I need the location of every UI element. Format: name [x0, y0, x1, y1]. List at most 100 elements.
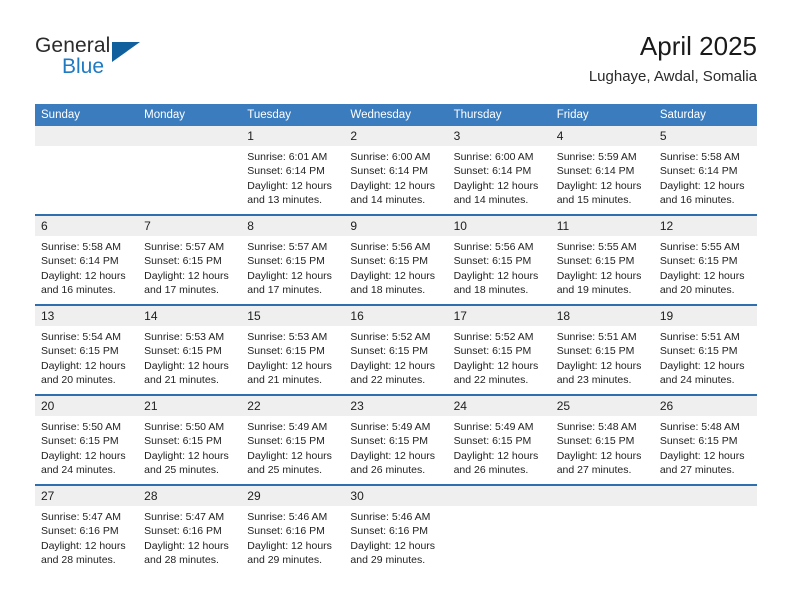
calendar-day-cell[interactable]: 2 Sunrise: 6:00 AM Sunset: 6:14 PM Daylight… — [344, 126, 448, 215]
day-daylight-line1-text: Daylight: 12 hours — [41, 449, 126, 462]
day-daylight-line2-text: and 16 minutes. — [41, 284, 116, 297]
weekday-header-friday: Friday — [550, 104, 654, 126]
calendar-day-cell[interactable]: 14 Sunrise: 5:53 AM Sunset: 6:15 PM Dayligh… — [138, 304, 242, 395]
day-number — [35, 126, 139, 146]
day-sun-info: Sunrise: 5:57 AM Sunset: 6:15 PM Daylight:… — [241, 236, 344, 298]
day-daylight-line1-text: Daylight: 12 hours — [144, 269, 229, 282]
day-daylight-line2-text: and 17 minutes. — [247, 284, 322, 297]
day-daylight-line2-text: and 18 minutes. — [453, 284, 529, 297]
calendar-day-cell[interactable]: 26 Sunrise: 5:48 AM Sunset: 6:15 PM Dayligh… — [653, 394, 757, 485]
day-sunrise-text: Sunrise: 5:57 AM — [144, 241, 225, 253]
calendar-day-cell[interactable]: 20 Sunrise: 5:50 AM Sunset: 6:15 PM Dayligh… — [35, 394, 139, 485]
day-sunset-text: Sunset: 6:16 PM — [350, 525, 429, 538]
day-daylight-line2-text: and 29 minutes. — [247, 554, 322, 567]
calendar-day-cell[interactable]: 17 Sunrise: 5:52 AM Sunset: 6:15 PM Dayligh… — [447, 304, 551, 395]
calendar-day-cell[interactable]: 8 Sunrise: 5:57 AM Sunset: 6:15 PM Daylight… — [241, 214, 345, 305]
day-sunrise-text: Sunrise: 5:53 AM — [247, 331, 328, 343]
day-daylight-line1-text: Daylight: 12 hours — [350, 449, 436, 462]
day-sun-info: Sunrise: 5:46 AM Sunset: 6:16 PM Daylight:… — [344, 506, 447, 568]
day-daylight-line2-text: and 13 minutes. — [247, 194, 322, 207]
day-sunrise-text: Sunrise: 5:52 AM — [350, 331, 431, 343]
day-sun-info: Sunrise: 5:58 AM Sunset: 6:14 PM Daylight:… — [35, 236, 138, 298]
day-sunset-text: Sunset: 6:15 PM — [350, 345, 429, 358]
calendar-day-cell[interactable]: 13 Sunrise: 5:54 AM Sunset: 6:15 PM Dayligh… — [35, 304, 139, 395]
day-sunrise-text: Sunrise: 5:58 AM — [41, 241, 121, 253]
day-sunrise-text: Sunrise: 5:57 AM — [247, 241, 328, 253]
calendar-day-cell[interactable]: 7 Sunrise: 5:57 AM Sunset: 6:15 PM Daylight… — [138, 214, 242, 305]
day-sun-info: Sunrise: 5:56 AM Sunset: 6:15 PM Daylight:… — [448, 236, 551, 298]
triangle-icon — [112, 42, 140, 62]
day-daylight-line1-text: Daylight: 12 hours — [144, 449, 229, 462]
calendar-day-cell[interactable]: 23 Sunrise: 5:49 AM Sunset: 6:15 PM Dayligh… — [344, 394, 448, 485]
calendar-day-cell[interactable]: 10 Sunrise: 5:56 AM Sunset: 6:15 PM Dayligh… — [447, 214, 551, 305]
calendar-day-cell[interactable]: 22 Sunrise: 5:49 AM Sunset: 6:15 PM Dayligh… — [241, 394, 345, 485]
day-daylight-line1-text: Daylight: 12 hours — [41, 359, 126, 372]
calendar-day-cell[interactable]: 5 Sunrise: 5:58 AM Sunset: 6:14 PM Daylight… — [653, 126, 757, 215]
day-daylight-line1-text: Daylight: 12 hours — [144, 359, 229, 372]
calendar-day-cell[interactable]: 25 Sunrise: 5:48 AM Sunset: 6:15 PM Dayligh… — [550, 394, 654, 485]
calendar-day-cell[interactable]: 6 Sunrise: 5:58 AM Sunset: 6:14 PM Daylight… — [35, 214, 139, 305]
calendar-day-cell[interactable]: 27 Sunrise: 5:47 AM Sunset: 6:16 PM Dayligh… — [35, 484, 139, 574]
calendar-week-row: 27 Sunrise: 5:47 AM Sunset: 6:16 PM Dayligh… — [35, 484, 757, 574]
calendar-day-cell[interactable]: 30 Sunrise: 5:46 AM Sunset: 6:16 PM Dayligh… — [344, 484, 448, 574]
day-sun-info: Sunrise: 5:52 AM Sunset: 6:15 PM Daylight:… — [344, 326, 447, 388]
day-sunrise-text: Sunrise: 5:53 AM — [144, 331, 225, 343]
day-number: 15 — [241, 306, 345, 326]
day-sunset-text: Sunset: 6:15 PM — [556, 255, 635, 268]
day-daylight-line2-text: and 28 minutes. — [144, 554, 219, 567]
weekday-header-row: Sunday Monday Tuesday Wednesday Thursday… — [35, 104, 757, 126]
calendar-day-cell[interactable]: 24 Sunrise: 5:49 AM Sunset: 6:15 PM Dayligh… — [447, 394, 551, 485]
day-daylight-line1-text: Daylight: 12 hours — [659, 269, 745, 282]
calendar-day-cell[interactable]: 19 Sunrise: 5:51 AM Sunset: 6:15 PM Dayligh… — [653, 304, 757, 395]
calendar-day-cell[interactable]: 4 Sunrise: 5:59 AM Sunset: 6:14 PM Daylight… — [550, 126, 654, 215]
day-daylight-line2-text: and 22 minutes. — [350, 374, 426, 387]
day-daylight-line1-text: Daylight: 12 hours — [350, 359, 436, 372]
calendar-day-cell[interactable]: 16 Sunrise: 5:52 AM Sunset: 6:15 PM Dayligh… — [344, 304, 448, 395]
calendar-day-cell[interactable]: 12 Sunrise: 5:55 AM Sunset: 6:15 PM Dayligh… — [653, 214, 757, 305]
day-sunset-text: Sunset: 6:15 PM — [247, 435, 325, 448]
day-daylight-line2-text: and 25 minutes. — [144, 464, 219, 477]
day-sun-info: Sunrise: 6:01 AM Sunset: 6:14 PM Daylight:… — [241, 146, 344, 208]
calendar-week-row: 6 Sunrise: 5:58 AM Sunset: 6:14 PM Daylight… — [35, 214, 757, 305]
day-sun-info: Sunrise: 5:47 AM Sunset: 6:16 PM Daylight:… — [35, 506, 138, 568]
day-number: 2 — [344, 126, 448, 146]
calendar-day-cell[interactable]: 1 Sunrise: 6:01 AM Sunset: 6:14 PM Daylight… — [241, 126, 345, 215]
day-number: 13 — [35, 306, 139, 326]
page-subtitle: Lughaye, Awdal, Somalia — [588, 68, 757, 85]
calendar-day-cell[interactable]: 3 Sunrise: 6:00 AM Sunset: 6:14 PM Daylight… — [447, 126, 551, 215]
calendar-day-cell[interactable]: 28 Sunrise: 5:47 AM Sunset: 6:16 PM Dayligh… — [138, 484, 242, 574]
calendar-day-cell[interactable]: 29 Sunrise: 5:46 AM Sunset: 6:16 PM Dayligh… — [241, 484, 345, 574]
day-daylight-line2-text: and 18 minutes. — [350, 284, 426, 297]
day-sunset-text: Sunset: 6:15 PM — [556, 435, 635, 448]
day-sunrise-text: Sunrise: 5:55 AM — [556, 241, 637, 253]
day-sunrise-text: Sunrise: 5:56 AM — [350, 241, 431, 253]
calendar-day-cell[interactable]: 11 Sunrise: 5:55 AM Sunset: 6:15 PM Dayligh… — [550, 214, 654, 305]
day-sun-info: Sunrise: 5:51 AM Sunset: 6:15 PM Daylight:… — [551, 326, 654, 388]
day-daylight-line2-text: and 25 minutes. — [247, 464, 322, 477]
calendar-day-cell[interactable]: 18 Sunrise: 5:51 AM Sunset: 6:15 PM Dayligh… — [550, 304, 654, 395]
weekday-header-thursday: Thursday — [447, 104, 551, 126]
day-daylight-line1-text: Daylight: 12 hours — [453, 359, 539, 372]
day-number — [138, 126, 242, 146]
day-number: 20 — [35, 396, 139, 416]
day-daylight-line1-text: Daylight: 12 hours — [350, 539, 436, 552]
day-daylight-line1-text: Daylight: 12 hours — [659, 359, 745, 372]
calendar-day-cell[interactable]: 15 Sunrise: 5:53 AM Sunset: 6:15 PM Dayligh… — [241, 304, 345, 395]
calendar-day-cell[interactable]: 9 Sunrise: 5:56 AM Sunset: 6:15 PM Daylight… — [344, 214, 448, 305]
day-daylight-line1-text: Daylight: 12 hours — [453, 449, 539, 462]
day-sunset-text: Sunset: 6:15 PM — [453, 255, 532, 268]
day-daylight-line1-text: Daylight: 12 hours — [41, 269, 126, 282]
day-daylight-line2-text: and 21 minutes. — [144, 374, 219, 387]
day-sun-info: Sunrise: 5:49 AM Sunset: 6:15 PM Daylight:… — [344, 416, 447, 478]
day-number: 23 — [344, 396, 448, 416]
day-sunset-text: Sunset: 6:15 PM — [659, 345, 738, 358]
day-number: 14 — [138, 306, 242, 326]
calendar-day-cell[interactable]: 21 Sunrise: 5:50 AM Sunset: 6:15 PM Dayligh… — [138, 394, 242, 485]
day-sunrise-text: Sunrise: 5:50 AM — [41, 421, 121, 433]
day-daylight-line1-text: Daylight: 12 hours — [659, 449, 745, 462]
day-number: 17 — [447, 306, 551, 326]
day-sun-info: Sunrise: 5:49 AM Sunset: 6:15 PM Daylight:… — [241, 416, 344, 478]
day-sun-info: Sunrise: 5:48 AM Sunset: 6:15 PM Daylight:… — [654, 416, 757, 478]
general-blue-logo[interactable]: General Blue — [35, 34, 165, 86]
calendar-day-cell-empty — [138, 126, 242, 215]
